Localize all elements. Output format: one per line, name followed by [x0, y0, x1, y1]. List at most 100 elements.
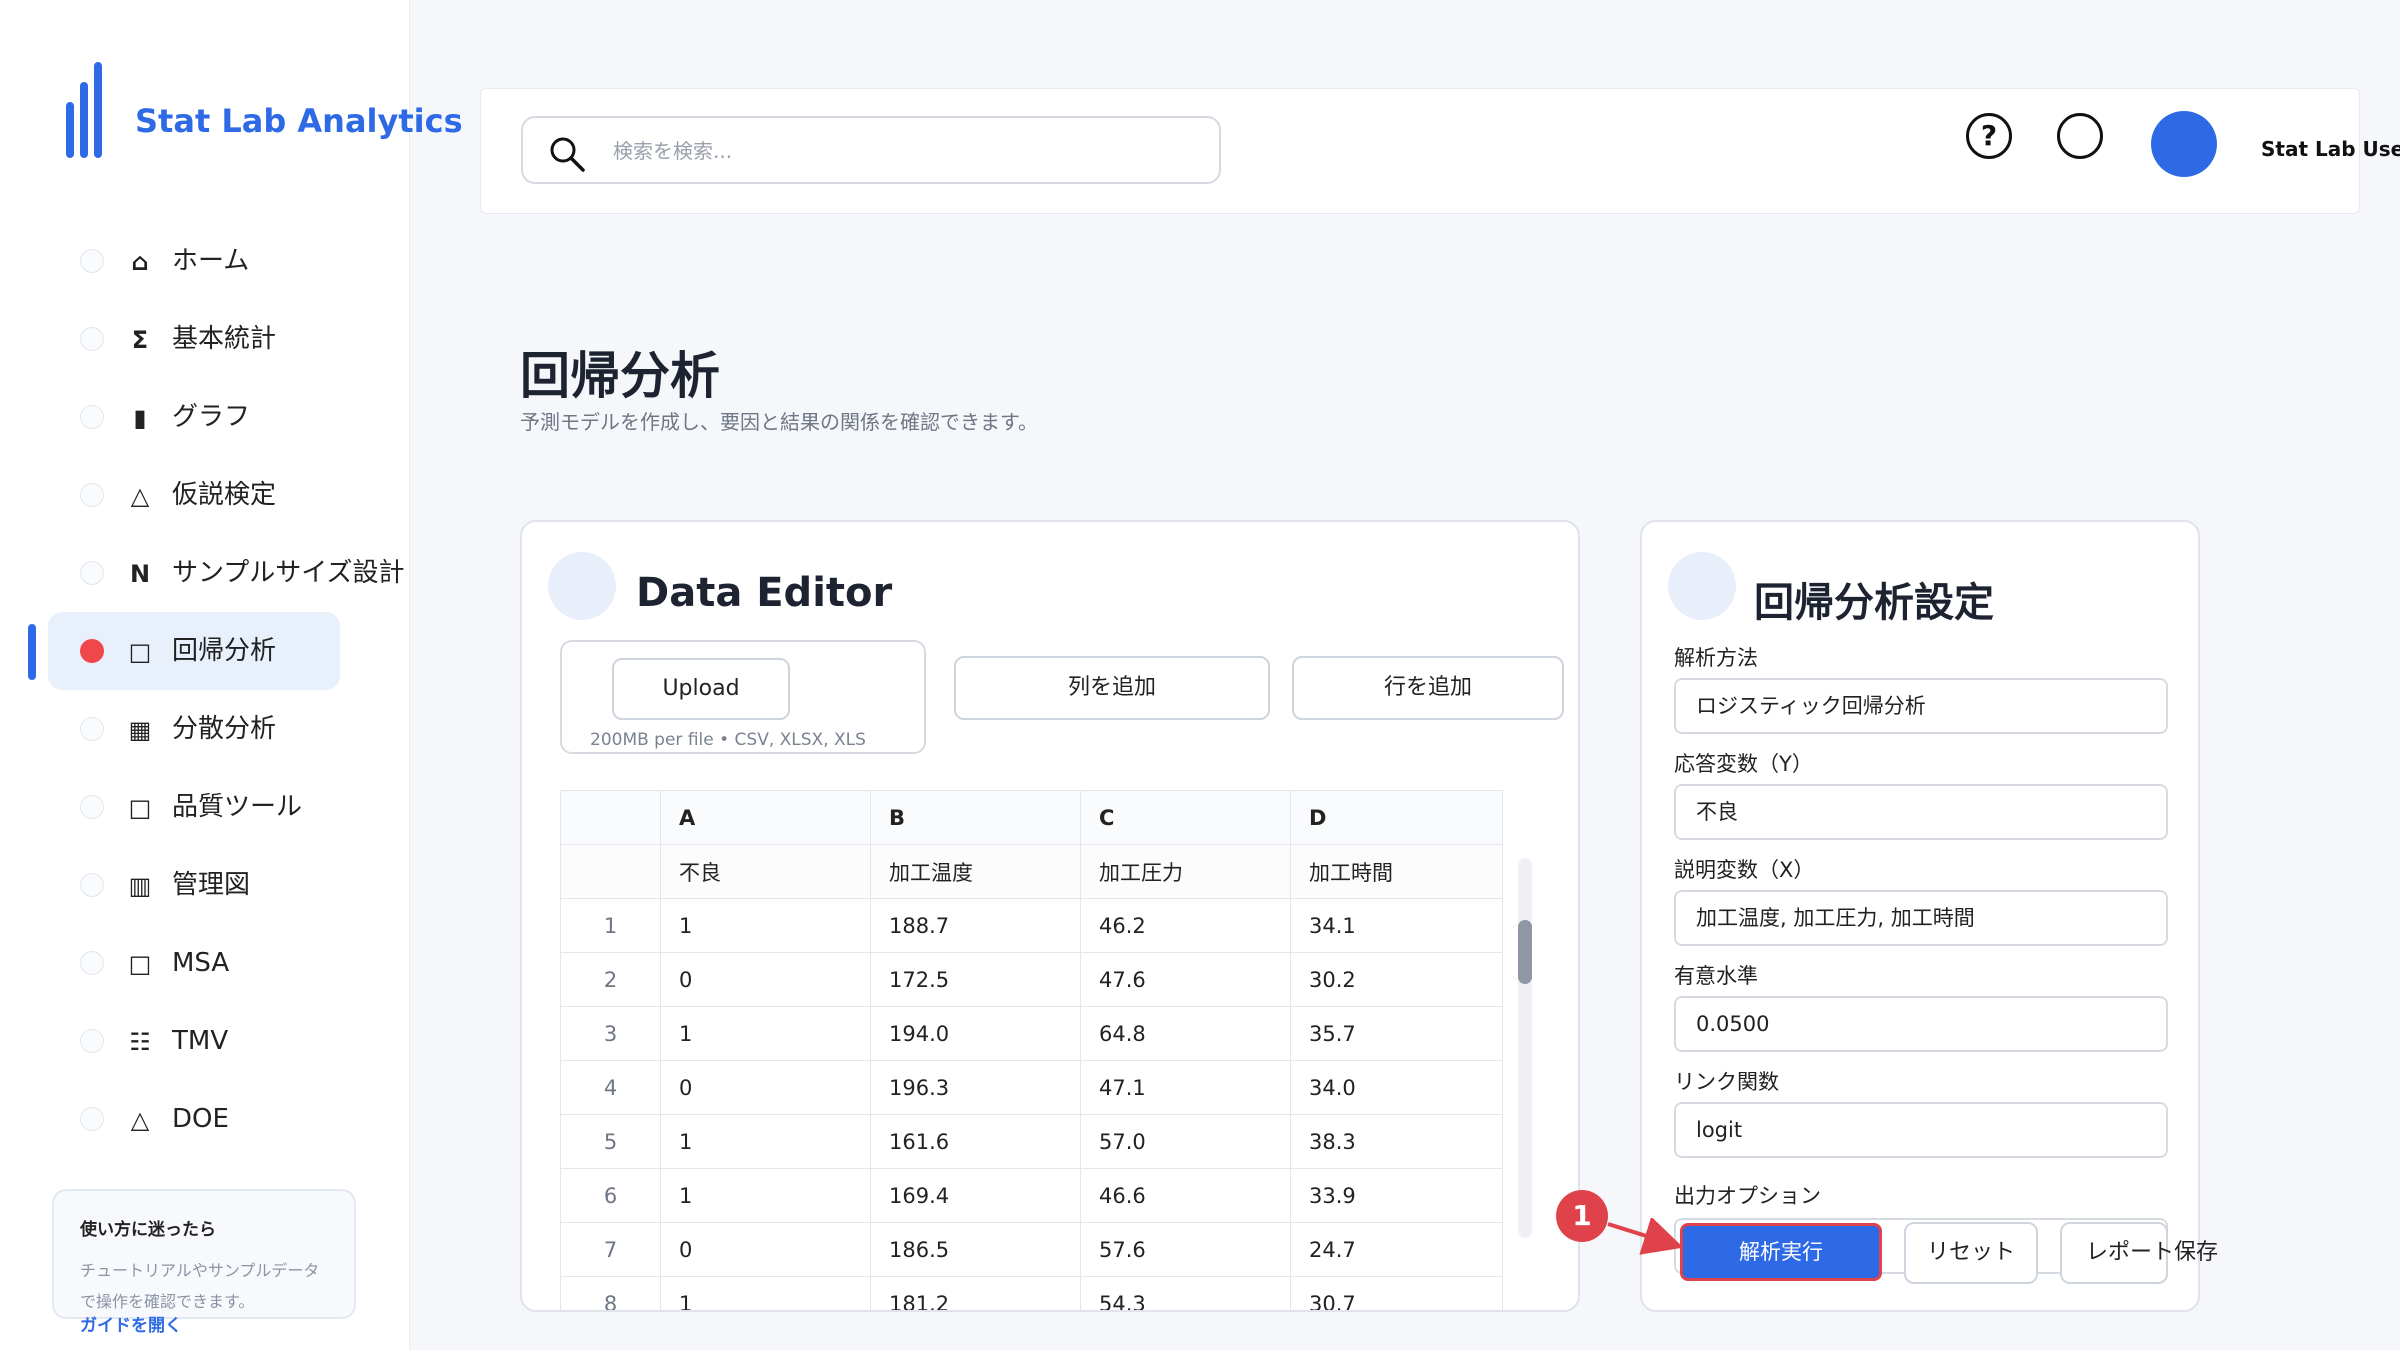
table-cell[interactable]: 35.7 [1290, 1006, 1503, 1061]
table-cell[interactable]: 30.2 [1290, 952, 1503, 1007]
run-analysis-button[interactable]: 解析実行 [1680, 1223, 1882, 1281]
sidebar-item-sample-size[interactable]: N サンプルサイズ設計 [48, 534, 404, 612]
table-cell[interactable]: 196.3 [870, 1060, 1081, 1115]
sidebar-item-tmv[interactable]: ☷ TMV [48, 1002, 340, 1080]
status-dot-icon [80, 1029, 104, 1053]
table-scrollbar-thumb[interactable] [1518, 920, 1532, 984]
nav-item-icon: □ [128, 638, 152, 666]
table-cell[interactable]: 54.3 [1080, 1276, 1291, 1310]
column-name-cell[interactable]: 加工圧力 [1080, 844, 1291, 899]
significance-level-field[interactable]: 0.0500 [1674, 996, 2168, 1052]
sidebar-item-regression[interactable]: □ 回帰分析 [48, 612, 340, 690]
table-cell[interactable]: 0 [660, 1060, 871, 1115]
nav-item-icon: ▦ [128, 716, 152, 744]
table-cell[interactable]: 64.8 [1080, 1006, 1291, 1061]
table-cell[interactable]: 1 [660, 1276, 871, 1310]
status-dot-icon [80, 327, 104, 351]
significance-level-label: 有意水準 [1674, 964, 1758, 988]
status-dot-icon [80, 639, 104, 663]
sidebar-item-graph[interactable]: ▮ グラフ [48, 378, 340, 456]
table-cell[interactable]: 34.1 [1290, 898, 1503, 953]
table-cell[interactable]: 33.9 [1290, 1168, 1503, 1223]
status-dot-icon [80, 249, 104, 273]
row-index: 7 [560, 1222, 661, 1277]
table-cell[interactable]: 47.6 [1080, 952, 1291, 1007]
card-badge-icon [548, 552, 616, 620]
column-header-row: ABCD [560, 790, 1503, 845]
analysis-method-field[interactable]: ロジスティック回帰分析 [1674, 678, 2168, 734]
table-cell[interactable]: 57.6 [1080, 1222, 1291, 1277]
upload-button[interactable]: Upload [612, 658, 790, 720]
column-name-cell[interactable]: 不良 [660, 844, 871, 899]
column-header-a[interactable]: A [660, 790, 871, 845]
table-cell[interactable]: 161.6 [870, 1114, 1081, 1169]
status-dot-icon [80, 483, 104, 507]
column-header-b[interactable]: B [870, 790, 1081, 845]
table-cell[interactable]: 46.2 [1080, 898, 1291, 953]
guide-link[interactable]: ガイドを開く [80, 1311, 182, 1336]
notification-icon[interactable] [2057, 113, 2103, 159]
table-cell[interactable]: 24.7 [1290, 1222, 1503, 1277]
predictor-variables-field[interactable]: 加工温度, 加工圧力, 加工時間 [1674, 890, 2168, 946]
arrow-icon [1607, 1218, 1684, 1255]
status-dot-icon [80, 873, 104, 897]
sidebar-item-label: 仮説検定 [172, 480, 277, 510]
table-cell[interactable]: 57.0 [1080, 1114, 1291, 1169]
table-cell[interactable]: 169.4 [870, 1168, 1081, 1223]
response-variable-field[interactable]: 不良 [1674, 784, 2168, 840]
status-dot-icon [80, 717, 104, 741]
app-title: Stat Lab Analytics [135, 102, 463, 140]
table-cell[interactable]: 0 [660, 1222, 871, 1277]
sidebar-item-basic-stats[interactable]: Σ 基本統計 [48, 300, 340, 378]
table-cell[interactable]: 188.7 [870, 898, 1081, 953]
status-dot-icon [80, 561, 104, 585]
sidebar-item-hypothesis-test[interactable]: △ 仮説検定 [48, 456, 340, 534]
sidebar-item-doe[interactable]: △ DOE [48, 1080, 340, 1158]
help-icon[interactable]: ? [1966, 113, 2012, 159]
table-cell[interactable]: 0 [660, 952, 871, 1007]
table-cell[interactable]: 181.2 [870, 1276, 1081, 1310]
table-row: 7 0 186.5 57.6 24.7 [560, 1222, 1503, 1277]
sidebar-item-control-chart[interactable]: ▥ 管理図 [48, 846, 340, 924]
sidebar-item-msa[interactable]: □ MSA [48, 924, 340, 1002]
sidebar-item-label: グラフ [172, 402, 251, 432]
column-name-cell[interactable]: 加工時間 [1290, 844, 1503, 899]
corner-cell [560, 844, 661, 899]
table-cell[interactable]: 1 [660, 1006, 871, 1061]
sidebar-item-anova[interactable]: ▦ 分散分析 [48, 690, 340, 768]
search-input[interactable] [613, 132, 1193, 170]
table-cell[interactable]: 1 [660, 1114, 871, 1169]
add-row-button[interactable]: 行を追加 [1292, 656, 1564, 720]
table-cell[interactable]: 34.0 [1290, 1060, 1503, 1115]
table-cell[interactable]: 172.5 [870, 952, 1081, 1007]
upload-dropzone[interactable]: Upload 200MB per file • CSV, XLSX, XLS [560, 640, 926, 754]
link-function-field[interactable]: logit [1674, 1102, 2168, 1158]
table-cell[interactable]: 47.1 [1080, 1060, 1291, 1115]
table-cell[interactable]: 194.0 [870, 1006, 1081, 1061]
table-scrollbar[interactable] [1518, 858, 1532, 1238]
column-header-d[interactable]: D [1290, 790, 1503, 845]
sidebar: Stat Lab Analytics ⌂ ホーム Σ 基本統計 ▮ グラフ △ 仮説検定 N サン… [0, 0, 463, 1350]
table-cell[interactable]: 1 [660, 898, 871, 953]
response-variable-label: 応答変数（Y） [1674, 752, 1813, 776]
search-box[interactable] [521, 116, 1221, 184]
save-report-button[interactable]: レポート保存 [2060, 1222, 2218, 1284]
settings-title: 回帰分析設定 [1754, 580, 1994, 626]
table-cell[interactable]: 38.3 [1290, 1114, 1503, 1169]
sidebar-item-label: 回帰分析 [172, 636, 277, 666]
reset-button[interactable]: リセット [1904, 1222, 2038, 1284]
sidebar-item-quality-tools[interactable]: □ 品質ツール [48, 768, 340, 846]
column-name-cell[interactable]: 加工温度 [870, 844, 1081, 899]
column-header-c[interactable]: C [1080, 790, 1291, 845]
table-cell[interactable]: 46.6 [1080, 1168, 1291, 1223]
table-cell[interactable]: 30.7 [1290, 1276, 1503, 1310]
nav-item-icon: △ [130, 482, 150, 510]
sidebar-item-home[interactable]: ⌂ ホーム [48, 222, 340, 300]
table-cell[interactable]: 1 [660, 1168, 871, 1223]
table-row: 8 1 181.2 54.3 30.7 [560, 1276, 1503, 1310]
avatar[interactable] [2151, 111, 2217, 177]
table-cell[interactable]: 186.5 [870, 1222, 1081, 1277]
regression-settings-card: 回帰分析設定 解析方法 ロジスティック回帰分析 応答変数（Y） 不良 説明変数（X） 加工… [1640, 520, 2200, 1312]
add-column-button[interactable]: 列を追加 [954, 656, 1270, 720]
nav-item-icon: N [129, 560, 151, 588]
